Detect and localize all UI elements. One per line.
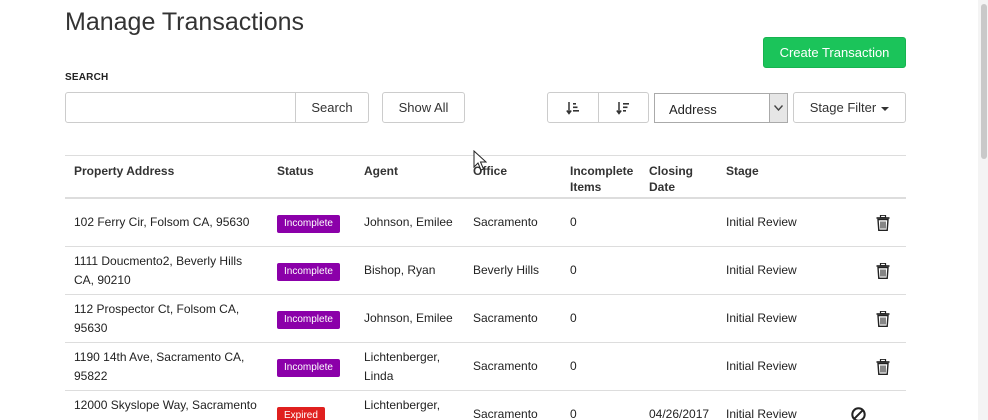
mouse-cursor-icon: [473, 150, 487, 171]
table-row[interactable]: 112 Prospector Ct, Folsom CA, 95630 Inco…: [65, 295, 906, 343]
cell-stage: Initial Review: [726, 311, 797, 325]
column-header-closing-date[interactable]: Closing Date: [649, 163, 693, 195]
cell-office: Beverly Hills: [473, 263, 540, 277]
cancel-icon[interactable]: [851, 407, 866, 420]
caret-down-icon: [881, 106, 890, 111]
cell-address[interactable]: 102 Ferry Cir, Folsom CA, 95630: [74, 213, 259, 232]
scrollbar-thumb[interactable]: [981, 4, 987, 159]
cell-agent: Lichtenberger, Linda: [364, 350, 441, 383]
sort-ascending-icon: [565, 101, 579, 115]
sort-button-group: [547, 92, 649, 123]
status-badge: Incomplete: [277, 359, 340, 377]
sort-descending-icon: [616, 101, 630, 115]
cell-incomplete-items: 0: [570, 215, 577, 229]
chevron-down-icon: [769, 94, 787, 122]
column-header-stage[interactable]: Stage: [726, 163, 759, 179]
cell-office: Sacramento: [473, 359, 538, 373]
cell-incomplete-items: 0: [570, 359, 577, 373]
cell-stage: Initial Review: [726, 407, 797, 420]
trash-icon[interactable]: [876, 311, 890, 327]
cell-agent: Johnson, Emilee: [364, 311, 453, 325]
table-row[interactable]: 102 Ferry Cir, Folsom CA, 95630 Incomple…: [65, 199, 906, 247]
create-transaction-button[interactable]: Create Transaction: [763, 37, 906, 68]
status-badge: Expired: [277, 407, 325, 420]
cell-stage: Initial Review: [726, 215, 797, 229]
cell-address[interactable]: 112 Prospector Ct, Folsom CA, 95630: [74, 300, 259, 338]
cell-agent: Lichtenberger,: [364, 398, 441, 412]
status-badge: Incomplete: [277, 215, 340, 233]
stage-filter-label: Stage Filter: [809, 100, 877, 115]
cell-agent: Johnson, Emilee: [364, 215, 453, 229]
column-header-agent[interactable]: Agent: [364, 163, 398, 179]
trash-icon[interactable]: [876, 263, 890, 279]
transactions-table: Property Address Status Agent Office Inc…: [65, 155, 906, 420]
page-title: Manage Transactions: [65, 8, 305, 36]
cell-incomplete-items: 0: [570, 311, 577, 325]
sort-descending-button[interactable]: [597, 93, 649, 122]
cell-office: Sacramento: [473, 311, 538, 325]
cell-address[interactable]: 12000 Skyslope Way, Sacramento: [74, 396, 259, 415]
trash-icon[interactable]: [876, 215, 890, 231]
search-button[interactable]: Search: [295, 92, 369, 123]
cell-office: Sacramento: [473, 215, 538, 229]
status-badge: Incomplete: [277, 311, 340, 329]
cell-closing-date: 04/26/2017: [649, 407, 710, 420]
sort-field-select[interactable]: Address: [654, 93, 788, 123]
cell-incomplete-items: 0: [570, 263, 577, 277]
cell-incomplete-items: 0: [570, 407, 577, 420]
column-header-status[interactable]: Status: [277, 163, 314, 179]
sort-ascending-button[interactable]: [548, 93, 598, 122]
cell-stage: Initial Review: [726, 359, 797, 373]
trash-icon[interactable]: [876, 359, 890, 375]
status-badge: Incomplete: [277, 263, 340, 281]
table-row[interactable]: 1190 14th Ave, Sacramento CA, 95822 Inco…: [65, 343, 906, 391]
cell-agent: Bishop, Ryan: [364, 263, 436, 277]
search-input[interactable]: [65, 92, 296, 123]
cell-stage: Initial Review: [726, 263, 797, 277]
column-header-incomplete-items[interactable]: Incomplete Items: [570, 163, 633, 195]
table-row[interactable]: 1111 Doucmento2, Beverly Hills CA, 90210…: [65, 247, 906, 295]
sort-field-value: Address: [669, 102, 717, 117]
show-all-button[interactable]: Show All: [382, 92, 465, 123]
cell-office: Sacramento: [473, 407, 538, 420]
cell-address[interactable]: 1111 Doucmento2, Beverly Hills CA, 90210: [74, 252, 259, 290]
table-row[interactable]: 12000 Skyslope Way, Sacramento Expired L…: [65, 391, 906, 420]
stage-filter-button[interactable]: Stage Filter: [793, 92, 906, 123]
cell-address[interactable]: 1190 14th Ave, Sacramento CA, 95822: [74, 348, 259, 386]
column-header-property-address[interactable]: Property Address: [74, 163, 174, 179]
search-label: SEARCH: [65, 72, 109, 83]
